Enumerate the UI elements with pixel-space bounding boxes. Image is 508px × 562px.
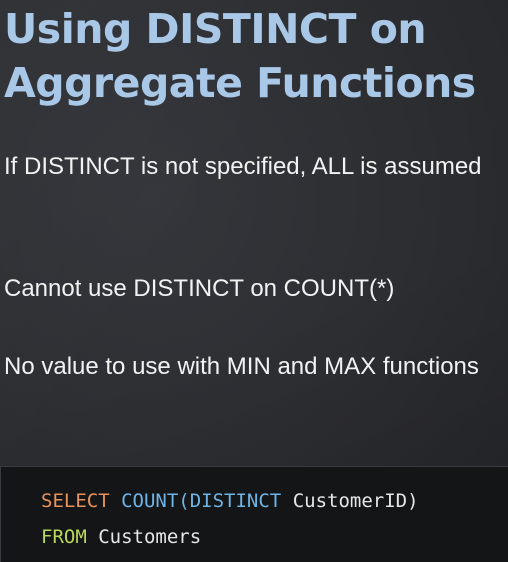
sql-keyword-select: SELECT bbox=[41, 490, 110, 512]
code-line-select: SELECT COUNT(DISTINCT CustomerID) bbox=[41, 489, 419, 513]
sql-code-block: SELECT COUNT(DISTINCT CustomerID) FROM C… bbox=[0, 466, 508, 562]
sql-function-count-distinct: COUNT(DISTINCT bbox=[121, 490, 282, 512]
bullet-min-max: No value to use with MIN and MAX functio… bbox=[4, 353, 479, 380]
sql-table-customers: Customers bbox=[98, 526, 202, 548]
slide-title-line-1: Using DISTINCT on bbox=[4, 5, 427, 53]
bullet-all-assumed: If DISTINCT is not specified, ALL is ass… bbox=[4, 153, 482, 180]
bullet-count-star: Cannot use DISTINCT on COUNT(*) bbox=[4, 275, 395, 302]
presentation-slide: Using DISTINCT on Aggregate Functions If… bbox=[0, 0, 508, 562]
sql-column-customerid: CustomerID) bbox=[292, 490, 419, 512]
sql-keyword-from: FROM bbox=[41, 526, 87, 548]
slide-title-line-2: Aggregate Functions bbox=[4, 59, 476, 107]
code-line-from: FROM Customers bbox=[41, 525, 201, 549]
slide-title: Using DISTINCT on Aggregate Functions bbox=[4, 2, 476, 110]
